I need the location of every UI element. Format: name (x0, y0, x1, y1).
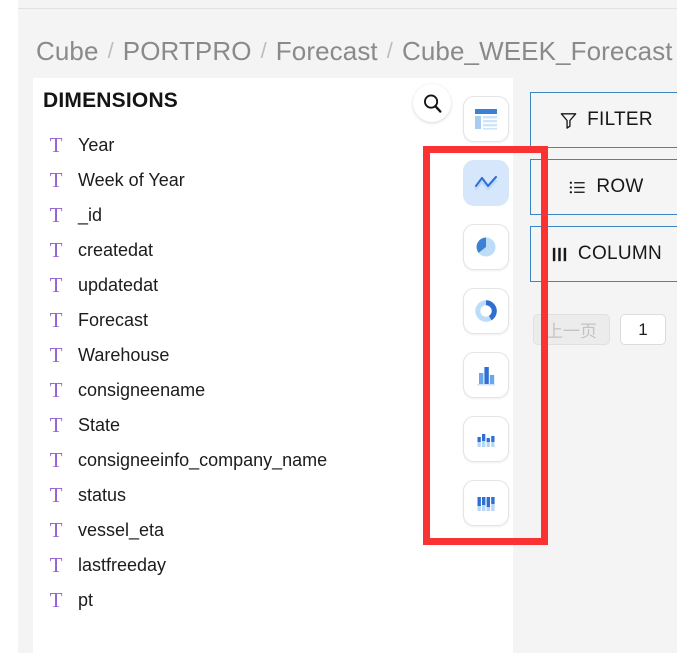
dimension-item-year[interactable]: T Year (33, 128, 513, 163)
breadcrumb: Cube / PORTPRO / Forecast / Cube_WEEK_Fo… (36, 33, 673, 69)
text-type-icon: T (49, 238, 63, 262)
list-rows-icon (568, 178, 587, 197)
breadcrumb-separator: / (260, 38, 267, 63)
bar-chart-button[interactable] (463, 352, 509, 398)
text-type-icon: T (49, 203, 63, 227)
filter-drop-zone-inner: FILTER (531, 93, 677, 147)
dimension-label: Warehouse (78, 345, 170, 365)
grouped-bar-chart-button[interactable] (463, 416, 509, 462)
dimension-label: lastfreeday (78, 555, 167, 575)
text-type-icon: T (49, 273, 63, 297)
search-icon (423, 94, 442, 113)
dimension-item-warehouse[interactable]: T Warehouse (33, 338, 513, 373)
breadcrumb-separator: / (107, 38, 114, 63)
row-label: ROW (596, 176, 644, 197)
stacked-bar-chart-icon (477, 497, 495, 511)
filter-funnel-icon (559, 111, 578, 130)
text-type-icon: T (49, 588, 63, 612)
text-type-icon: T (49, 448, 63, 472)
pie-chart-button[interactable] (463, 224, 509, 270)
chart-type-rail (463, 96, 509, 544)
dimension-item-status[interactable]: T status (33, 478, 513, 513)
dimension-item-updatedat[interactable]: T updatedat (33, 268, 513, 303)
column-label: COLUMN (577, 243, 663, 264)
stacked-bar-chart-button[interactable] (463, 480, 509, 526)
text-type-icon: T (49, 308, 63, 332)
columns-icon (550, 245, 569, 264)
breadcrumb-item-portpro[interactable]: PORTPRO (123, 36, 252, 67)
dimension-label: consigneeinfo_company_name (78, 450, 328, 470)
dimension-label: _id (78, 205, 103, 225)
dimension-label: Year (78, 135, 115, 155)
dimension-item-state[interactable]: T State (33, 408, 513, 443)
dimension-label: Week of Year (78, 170, 185, 190)
table-chart-icon (475, 109, 497, 130)
dimension-item-consigneeinfo-company-name[interactable]: T consigneeinfo_company_name (33, 443, 513, 478)
dimension-label: Forecast (78, 310, 149, 330)
text-type-icon: T (49, 483, 63, 507)
breadcrumb-item-forecast[interactable]: Forecast (276, 36, 378, 67)
text-type-icon: T (49, 413, 63, 437)
dimension-item-id[interactable]: T _id (33, 198, 513, 233)
breadcrumb-separator: / (386, 38, 393, 63)
donut-chart-icon (475, 300, 497, 322)
row-drop-zone[interactable]: ROW (530, 159, 677, 215)
dimension-item-vessel-eta[interactable]: T vessel_eta (33, 513, 513, 548)
text-type-icon: T (49, 168, 63, 192)
dimension-item-consigneename[interactable]: T consigneename (33, 373, 513, 408)
previous-page-button[interactable]: 上一页 (533, 314, 610, 345)
line-chart-button[interactable] (463, 160, 509, 206)
text-type-icon: T (49, 133, 63, 157)
dimension-label: status (78, 485, 127, 505)
line-chart-icon (474, 175, 498, 191)
dimension-label: consigneename (78, 380, 206, 400)
row-drop-zone-inner: ROW (531, 160, 677, 214)
text-type-icon: T (49, 518, 63, 542)
dimension-label: updatedat (78, 275, 159, 295)
pagination: 上一页 1 (533, 314, 666, 345)
grouped-bar-chart-icon (477, 434, 495, 447)
dimensions-list: T Year T Week of Year T _id T createdat … (33, 128, 513, 618)
dimension-item-lastfreeday[interactable]: T lastfreeday (33, 548, 513, 583)
column-drop-zone[interactable]: COLUMN (530, 226, 677, 282)
text-type-icon: T (49, 553, 63, 577)
text-type-icon: T (49, 378, 63, 402)
top-divider (18, 8, 677, 9)
pie-chart-icon (476, 237, 496, 257)
bar-chart-icon (477, 367, 495, 386)
dimension-label: State (78, 415, 121, 435)
dimensions-title: DIMENSIONS (43, 89, 179, 112)
breadcrumb-item-cube-week-forecast[interactable]: Cube_WEEK_Forecast (402, 36, 673, 67)
dimension-label: pt (78, 590, 94, 610)
column-drop-zone-inner: COLUMN (531, 227, 677, 281)
donut-chart-button[interactable] (463, 288, 509, 334)
dimension-item-week-of-year[interactable]: T Week of Year (33, 163, 513, 198)
dimensions-panel: DIMENSIONS T Year T Week of Year T _id T… (33, 78, 513, 653)
text-type-icon: T (49, 343, 63, 367)
dimension-item-createdat[interactable]: T createdat (33, 233, 513, 268)
dimension-label: vessel_eta (78, 520, 165, 540)
filter-label: FILTER (587, 109, 653, 130)
filter-drop-zone[interactable]: FILTER (530, 92, 677, 148)
dimension-label: createdat (78, 240, 154, 260)
dimension-item-pt[interactable]: T pt (33, 583, 513, 618)
table-chart-button[interactable] (463, 96, 509, 142)
dimension-item-forecast[interactable]: T Forecast (33, 303, 513, 338)
search-button[interactable] (413, 84, 451, 122)
page-number-input[interactable]: 1 (620, 314, 666, 345)
pivot-controls-panel: FILTER ROW COLUMN 上一页 1 (521, 78, 677, 653)
breadcrumb-item-cube[interactable]: Cube (36, 36, 99, 67)
